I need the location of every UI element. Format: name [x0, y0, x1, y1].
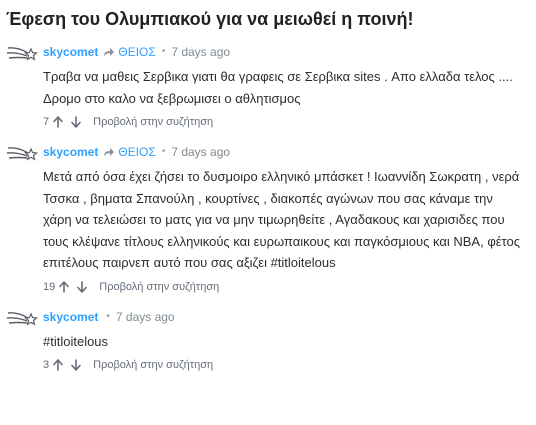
author-link[interactable]: skycomet: [43, 144, 98, 160]
arrow-down-icon[interactable]: [71, 359, 81, 371]
reply-arrow-icon: [104, 148, 115, 156]
comment-body: Τραβα να μαθεις Σερβικα γιατι θα γραφεις…: [43, 69, 513, 106]
view-in-discussion-link[interactable]: Προβολή στην συζήτηση: [93, 359, 213, 371]
comment-timestamp[interactable]: 7 days ago: [171, 144, 230, 160]
comment-actions: 3 Προβολή στην συζήτηση: [43, 357, 536, 373]
separator-dot: •: [161, 146, 166, 157]
comment-item: skycomet ΘΕΙΟΣ • 7 days ago Μετά από όσα…: [6, 144, 536, 295]
comet-avatar-icon[interactable]: [6, 309, 38, 329]
comment-body: #titloitelous: [43, 333, 109, 349]
arrow-down-icon[interactable]: [71, 116, 81, 128]
comment-item: skycomet • 7 days ago #titloitelous 3 Πρ…: [6, 309, 536, 374]
comment-item: skycomet ΘΕΙΟΣ • 7 days ago Τραβα να μαθ…: [6, 44, 536, 130]
vote-count: 7: [43, 116, 50, 128]
comet-avatar-icon[interactable]: [6, 44, 38, 64]
author-link[interactable]: skycomet: [43, 309, 98, 325]
view-in-discussion-link[interactable]: Προβολή στην συζήτηση: [93, 116, 213, 128]
arrow-down-icon[interactable]: [77, 280, 88, 293]
comment-meta: skycomet ΘΕΙΟΣ • 7 days ago: [43, 144, 536, 160]
comment-body: Μετά από όσα έχει ζήσει το δυσμοιρο ελλη…: [43, 169, 521, 270]
comments-page: Έφεση του Ολυμπιακού για να μειωθεί η πο…: [0, 0, 536, 425]
comment-meta: skycomet ΘΕΙΟΣ • 7 days ago: [43, 44, 536, 60]
view-in-discussion-link[interactable]: Προβολή στην συζήτηση: [99, 281, 219, 293]
comment-actions: 7 Προβολή στην συζήτηση: [43, 114, 536, 130]
arrow-up-icon[interactable]: [59, 280, 70, 293]
comet-avatar-icon[interactable]: [6, 144, 38, 164]
arrow-up-icon[interactable]: [53, 359, 63, 371]
reply-to-link[interactable]: ΘΕΙΟΣ: [118, 44, 155, 60]
reply-to-link[interactable]: ΘΕΙΟΣ: [118, 144, 155, 160]
comment-timestamp[interactable]: 7 days ago: [171, 44, 230, 60]
arrow-up-icon[interactable]: [53, 116, 63, 128]
reply-arrow-icon: [104, 48, 115, 56]
comment-actions: 19 Προβολή στην συζήτηση: [43, 279, 536, 295]
comment-timestamp[interactable]: 7 days ago: [116, 309, 175, 325]
comment-meta: skycomet • 7 days ago: [43, 309, 536, 325]
separator-dot: •: [161, 46, 166, 57]
vote-count: 3: [43, 359, 50, 371]
page-title: Έφεση του Ολυμπιακού για να μειωθεί η πο…: [6, 9, 414, 29]
vote-count: 19: [43, 280, 56, 293]
author-link[interactable]: skycomet: [43, 44, 98, 60]
separator-dot: •: [106, 310, 110, 322]
